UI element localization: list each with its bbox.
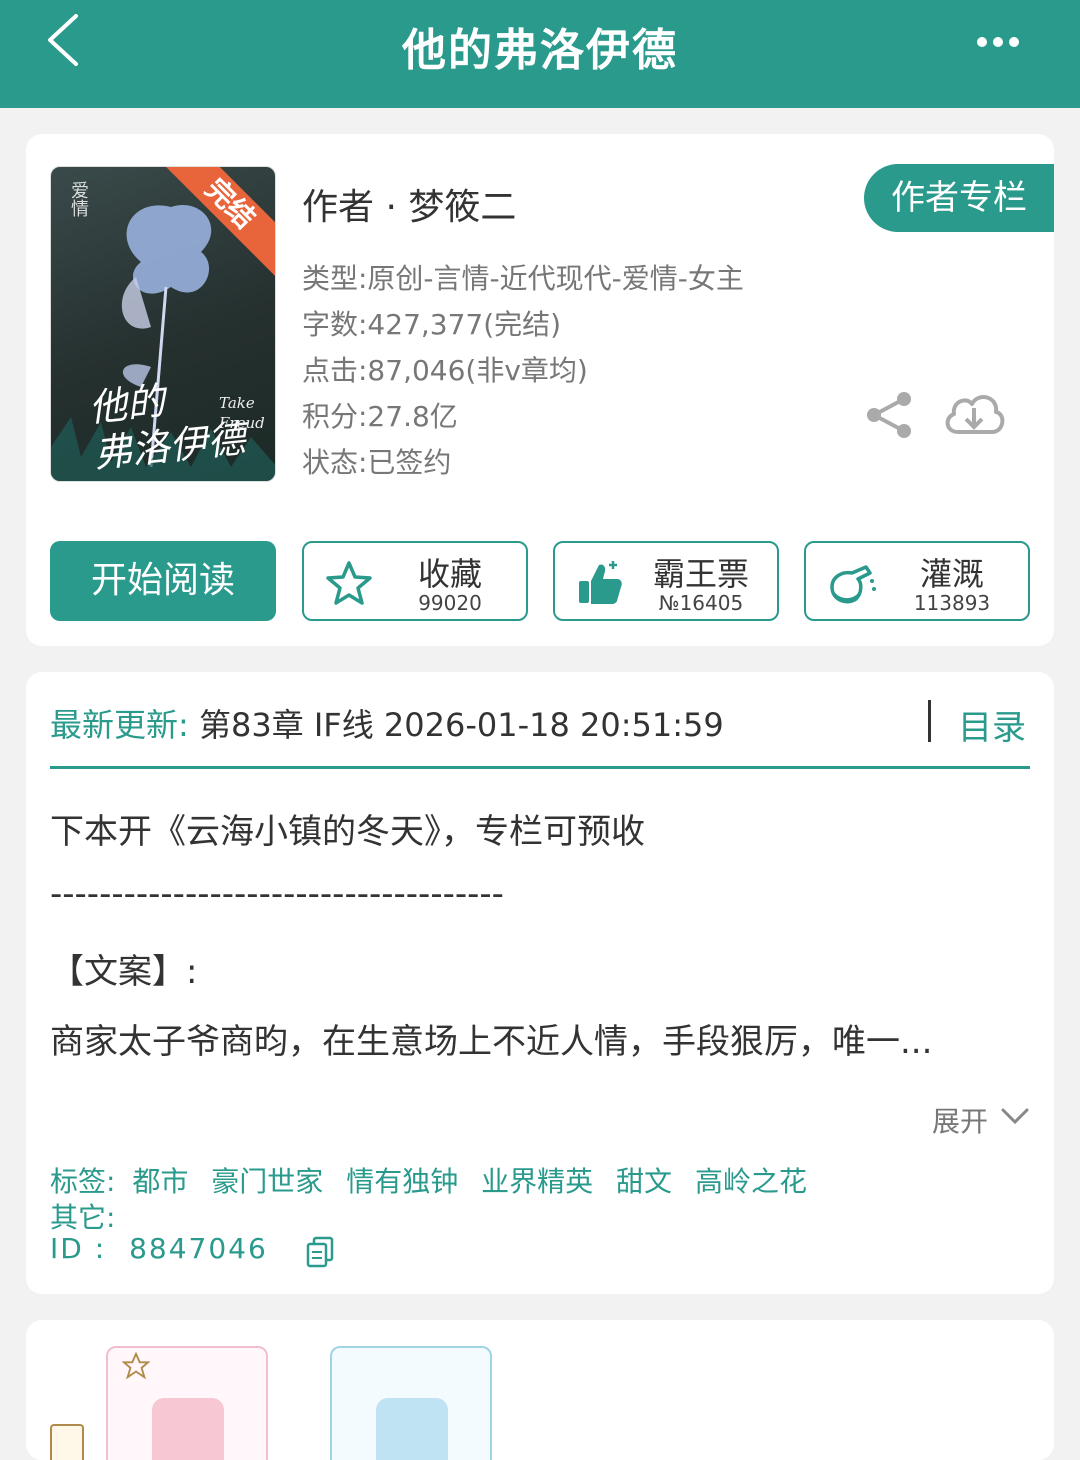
cover-vertical-text: 爱情 [68, 181, 89, 217]
tags-label: 标签: [50, 1165, 116, 1198]
tag-item[interactable]: 高岭之花 [695, 1165, 807, 1198]
related-books-card [26, 1320, 1054, 1460]
book-cover[interactable]: 爱情 完结 他的 弗洛伊德 Take Freud [50, 166, 276, 482]
related-book-cover[interactable] [106, 1346, 268, 1460]
watering-can-icon [830, 565, 876, 604]
start-reading-button[interactable]: 开始阅读 [50, 541, 276, 621]
latest-update-label: 最新更新: [50, 706, 189, 744]
intro-card: 最新更新: 第83章 IF线 2026-01-18 20:51:59 目录 下本… [26, 672, 1054, 1294]
intro-separator: ------------------------------------- [50, 874, 504, 914]
page-title: 他的弗洛伊德 [402, 25, 678, 76]
cover-subtitle: Take Freud [219, 393, 265, 433]
cover-subtitle-line: Freud [219, 414, 265, 432]
tag-list: 标签: 都市 豪门世家 情有独钟 业界精英 甜文 高岭之花 [50, 1160, 821, 1200]
cover-subtitle-line: Take [219, 394, 255, 412]
divider [50, 766, 1030, 769]
tag-item[interactable]: 业界精英 [481, 1165, 593, 1198]
author-name[interactable]: 作者 · 梦筱二 [302, 178, 516, 230]
favorite-count: 99020 [418, 591, 482, 615]
latest-update[interactable]: 最新更新: 第83章 IF线 2026-01-18 20:51:59 [50, 700, 724, 746]
meta-status: 状态:已签约 [302, 446, 452, 479]
vote-button[interactable]: 霸王票 №16405 [553, 541, 779, 621]
book-id: ID : 8847046 [50, 1232, 268, 1265]
vote-rank: №16405 [658, 591, 744, 615]
meta-score: 积分:27.8亿 [302, 400, 458, 433]
tag-item[interactable]: 甜文 [616, 1165, 672, 1198]
favorite-label: 收藏 [417, 555, 482, 593]
author-column-button[interactable]: 作者专栏 [864, 164, 1054, 232]
meta-genre: 类型:原创-言情-近代现代-爱情-女主 [302, 262, 744, 295]
related-book-avatar [152, 1398, 224, 1460]
cloud-download-icon[interactable] [942, 388, 1006, 440]
id-label: ID : [50, 1232, 107, 1265]
intro-synopsis: 商家太子爷商昀，在生意场上不近人情，手段狠厉，唯一... [50, 1022, 933, 1062]
share-icon[interactable] [864, 390, 914, 440]
expand-button[interactable]: 展开 [932, 1100, 988, 1140]
tag-item[interactable]: 豪门世家 [211, 1165, 323, 1198]
other-label: 其它: [50, 1201, 116, 1234]
table-of-contents-link[interactable]: 目录 [958, 700, 1026, 749]
vote-label: 霸王票 [652, 555, 749, 593]
thumbs-up-icon [579, 561, 622, 604]
tag-item[interactable]: 情有独钟 [346, 1165, 458, 1198]
intro-line: 下本开《云海小镇的冬天》，专栏可预收 [50, 812, 645, 852]
meta-clicks: 点击:87,046(非v章均) [302, 354, 588, 387]
book-meta: 类型:原创-言情-近代现代-爱情-女主 字数:427,377(完结) 点击:87… [302, 256, 744, 486]
favorite-button[interactable]: 收藏 99020 [302, 541, 528, 621]
star-icon [326, 561, 372, 605]
more-dots-icon[interactable] [974, 30, 1022, 54]
top-bar: 他的弗洛伊德 [0, 0, 1080, 108]
water-label: 灌溉 [919, 555, 984, 593]
water-button[interactable]: 灌溉 113893 [804, 541, 1030, 621]
intro-heading: 【文案】: [50, 952, 198, 992]
chevron-down-icon[interactable] [1000, 1104, 1030, 1128]
tag-item[interactable]: 都市 [132, 1165, 188, 1198]
latest-update-value: 第83章 IF线 2026-01-18 20:51:59 [198, 706, 724, 744]
book-info-card: 爱情 完结 他的 弗洛伊德 Take Freud 作者 · 梦筱二 作者专栏 类… [26, 134, 1054, 646]
divider [928, 700, 931, 742]
id-value: 8847046 [129, 1232, 268, 1265]
related-book-cover[interactable] [330, 1346, 492, 1460]
document-icon [50, 1424, 84, 1460]
water-count: 113893 [913, 591, 991, 615]
related-book-avatar [376, 1398, 448, 1460]
copy-icon[interactable] [306, 1236, 334, 1268]
meta-word-count: 字数:427,377(完结) [302, 308, 562, 341]
star-icon [122, 1352, 150, 1380]
